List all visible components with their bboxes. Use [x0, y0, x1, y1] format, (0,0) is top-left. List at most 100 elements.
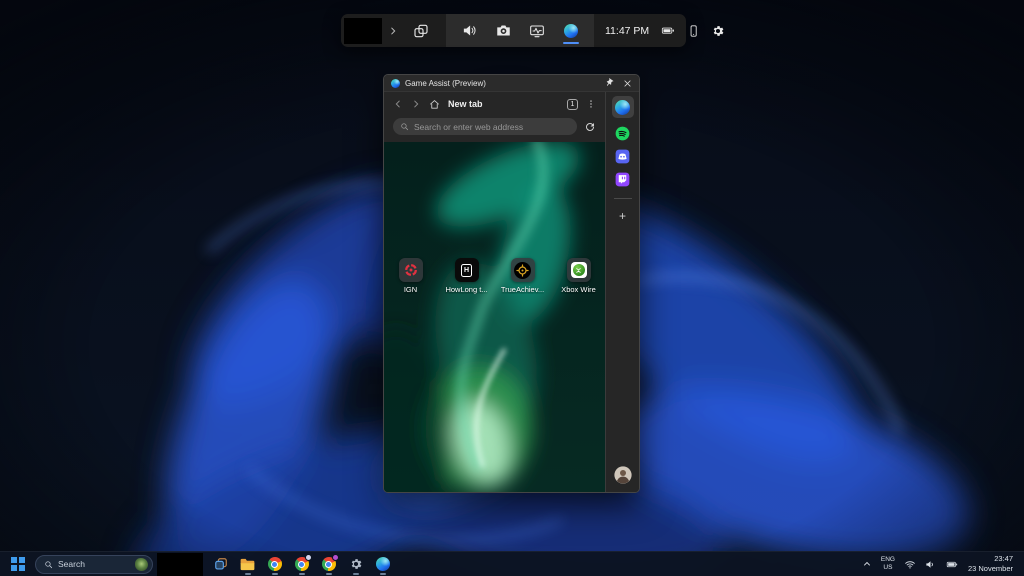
chevron-right-icon[interactable] — [388, 26, 398, 36]
language-line1: ENG — [881, 556, 895, 564]
address-bar[interactable] — [393, 118, 577, 135]
settings-gear-icon[interactable] — [711, 24, 725, 38]
search-row — [384, 116, 605, 142]
new-tab-wallpaper — [384, 142, 605, 492]
trueachievements-tile — [511, 258, 535, 282]
capture-button[interactable] — [486, 14, 520, 47]
active-app-indicator — [326, 573, 332, 575]
game-assist-window: Game Assist (Preview) — [383, 74, 640, 493]
audio-button[interactable] — [452, 14, 486, 47]
spotify-icon[interactable] — [615, 126, 630, 141]
shortcut-label: Xbox Wire — [561, 285, 596, 294]
search-label: Search — [58, 559, 130, 569]
language-line2: US — [881, 564, 895, 572]
edge-icon — [615, 100, 630, 115]
xbox-wire-tile — [567, 258, 591, 282]
volume-icon[interactable] — [925, 559, 936, 570]
chrome-button[interactable] — [261, 552, 288, 576]
edge-button[interactable] — [369, 552, 396, 576]
desktop: 11:47 PM Game Assist (Preview) — [0, 0, 1024, 576]
new-tab-page: IGN H HowLong t... — [384, 142, 605, 492]
windows-logo-icon — [11, 557, 17, 563]
clock-date: 23 November — [968, 564, 1013, 574]
shortcut-label: IGN — [404, 285, 417, 294]
taskbar-clock[interactable]: 23:47 23 November — [968, 554, 1013, 574]
window-titlebar[interactable]: Game Assist (Preview) — [384, 75, 639, 92]
search-highlight-image — [135, 558, 148, 571]
redacted-region — [157, 553, 203, 576]
game-bar-widgets-section — [446, 14, 594, 47]
search-icon — [44, 560, 53, 569]
menu-dots-icon[interactable] — [586, 98, 596, 110]
home-icon[interactable] — [429, 99, 440, 110]
edge-logo-icon — [391, 79, 400, 88]
ign-logo-icon — [403, 262, 419, 278]
file-explorer-icon — [240, 558, 255, 571]
performance-icon — [529, 23, 545, 39]
game-bar-clock: 11:47 PM — [605, 25, 649, 37]
active-app-indicator — [272, 573, 278, 575]
wifi-icon[interactable] — [904, 559, 916, 570]
tab-title: New tab — [448, 99, 483, 109]
pinned-apps — [207, 552, 396, 576]
game-bar: 11:47 PM — [341, 14, 686, 47]
trueachievements-logo-icon — [515, 263, 530, 278]
add-site-button[interactable]: + — [619, 210, 626, 222]
widgets-icon — [413, 23, 429, 39]
edge-game-assist-icon — [564, 24, 578, 38]
game-assist-button[interactable] — [554, 14, 588, 47]
battery-icon — [660, 24, 676, 37]
address-input[interactable] — [414, 122, 570, 132]
game-bar-right-section: 11:47 PM — [594, 14, 736, 47]
ign-tile — [399, 258, 423, 282]
discord-icon[interactable] — [615, 149, 630, 164]
language-switcher[interactable]: ENG US — [881, 556, 895, 573]
tab-counter-button[interactable]: 1 — [567, 99, 578, 110]
start-button[interactable] — [11, 557, 25, 571]
profile-badge — [305, 554, 312, 561]
xbox-logo-icon — [573, 264, 585, 276]
howlongtobeat-logo-icon: H — [461, 264, 472, 277]
twitch-icon[interactable] — [615, 172, 630, 187]
tab-count: 1 — [571, 101, 575, 108]
app-sidebar: + — [605, 92, 639, 492]
shortcut-howlongtobeat[interactable]: H HowLong t... — [445, 258, 489, 294]
battery-icon[interactable] — [945, 559, 959, 570]
active-app-indicator — [245, 573, 251, 575]
chrome-profile-2-button[interactable] — [288, 552, 315, 576]
shortcut-label: TrueAchiev... — [501, 285, 544, 294]
active-app-indicator — [380, 573, 386, 575]
shortcut-ign[interactable]: IGN — [389, 258, 433, 294]
camera-icon — [496, 23, 511, 38]
game-bar-left-section — [341, 14, 446, 47]
sidebar-edge-button[interactable] — [612, 96, 634, 118]
pin-icon[interactable] — [604, 78, 614, 88]
sidebar-divider — [614, 198, 632, 199]
clock-time: 23:47 — [968, 554, 1013, 564]
refresh-icon[interactable] — [584, 121, 596, 133]
shortcut-trueachievements[interactable]: TrueAchiev... — [501, 258, 545, 294]
back-icon[interactable] — [393, 99, 403, 109]
forward-icon[interactable] — [411, 99, 421, 109]
taskbar-search-box[interactable]: Search — [35, 555, 153, 574]
profile-avatar[interactable] — [614, 466, 632, 484]
shortcut-label: HowLong t... — [445, 285, 487, 294]
avatar-photo — [614, 466, 632, 484]
chrome-icon — [268, 557, 282, 571]
hidden-icons-chevron[interactable] — [862, 559, 872, 569]
shortcut-xbox-wire[interactable]: Xbox Wire — [557, 258, 601, 294]
chrome-profile-3-button[interactable] — [315, 552, 342, 576]
audio-icon — [462, 23, 477, 38]
phone-icon[interactable] — [687, 24, 700, 38]
howlongtobeat-tile: H — [455, 258, 479, 282]
close-icon[interactable] — [623, 79, 632, 88]
performance-button[interactable] — [520, 14, 554, 47]
active-widget-indicator — [563, 42, 579, 45]
edge-icon — [376, 557, 390, 571]
settings-button[interactable] — [342, 552, 369, 576]
widgets-button[interactable] — [404, 14, 438, 47]
window-title: Game Assist (Preview) — [405, 79, 486, 88]
task-view-button[interactable] — [207, 552, 234, 576]
taskbar: Search — [0, 551, 1024, 576]
file-explorer-button[interactable] — [234, 552, 261, 576]
